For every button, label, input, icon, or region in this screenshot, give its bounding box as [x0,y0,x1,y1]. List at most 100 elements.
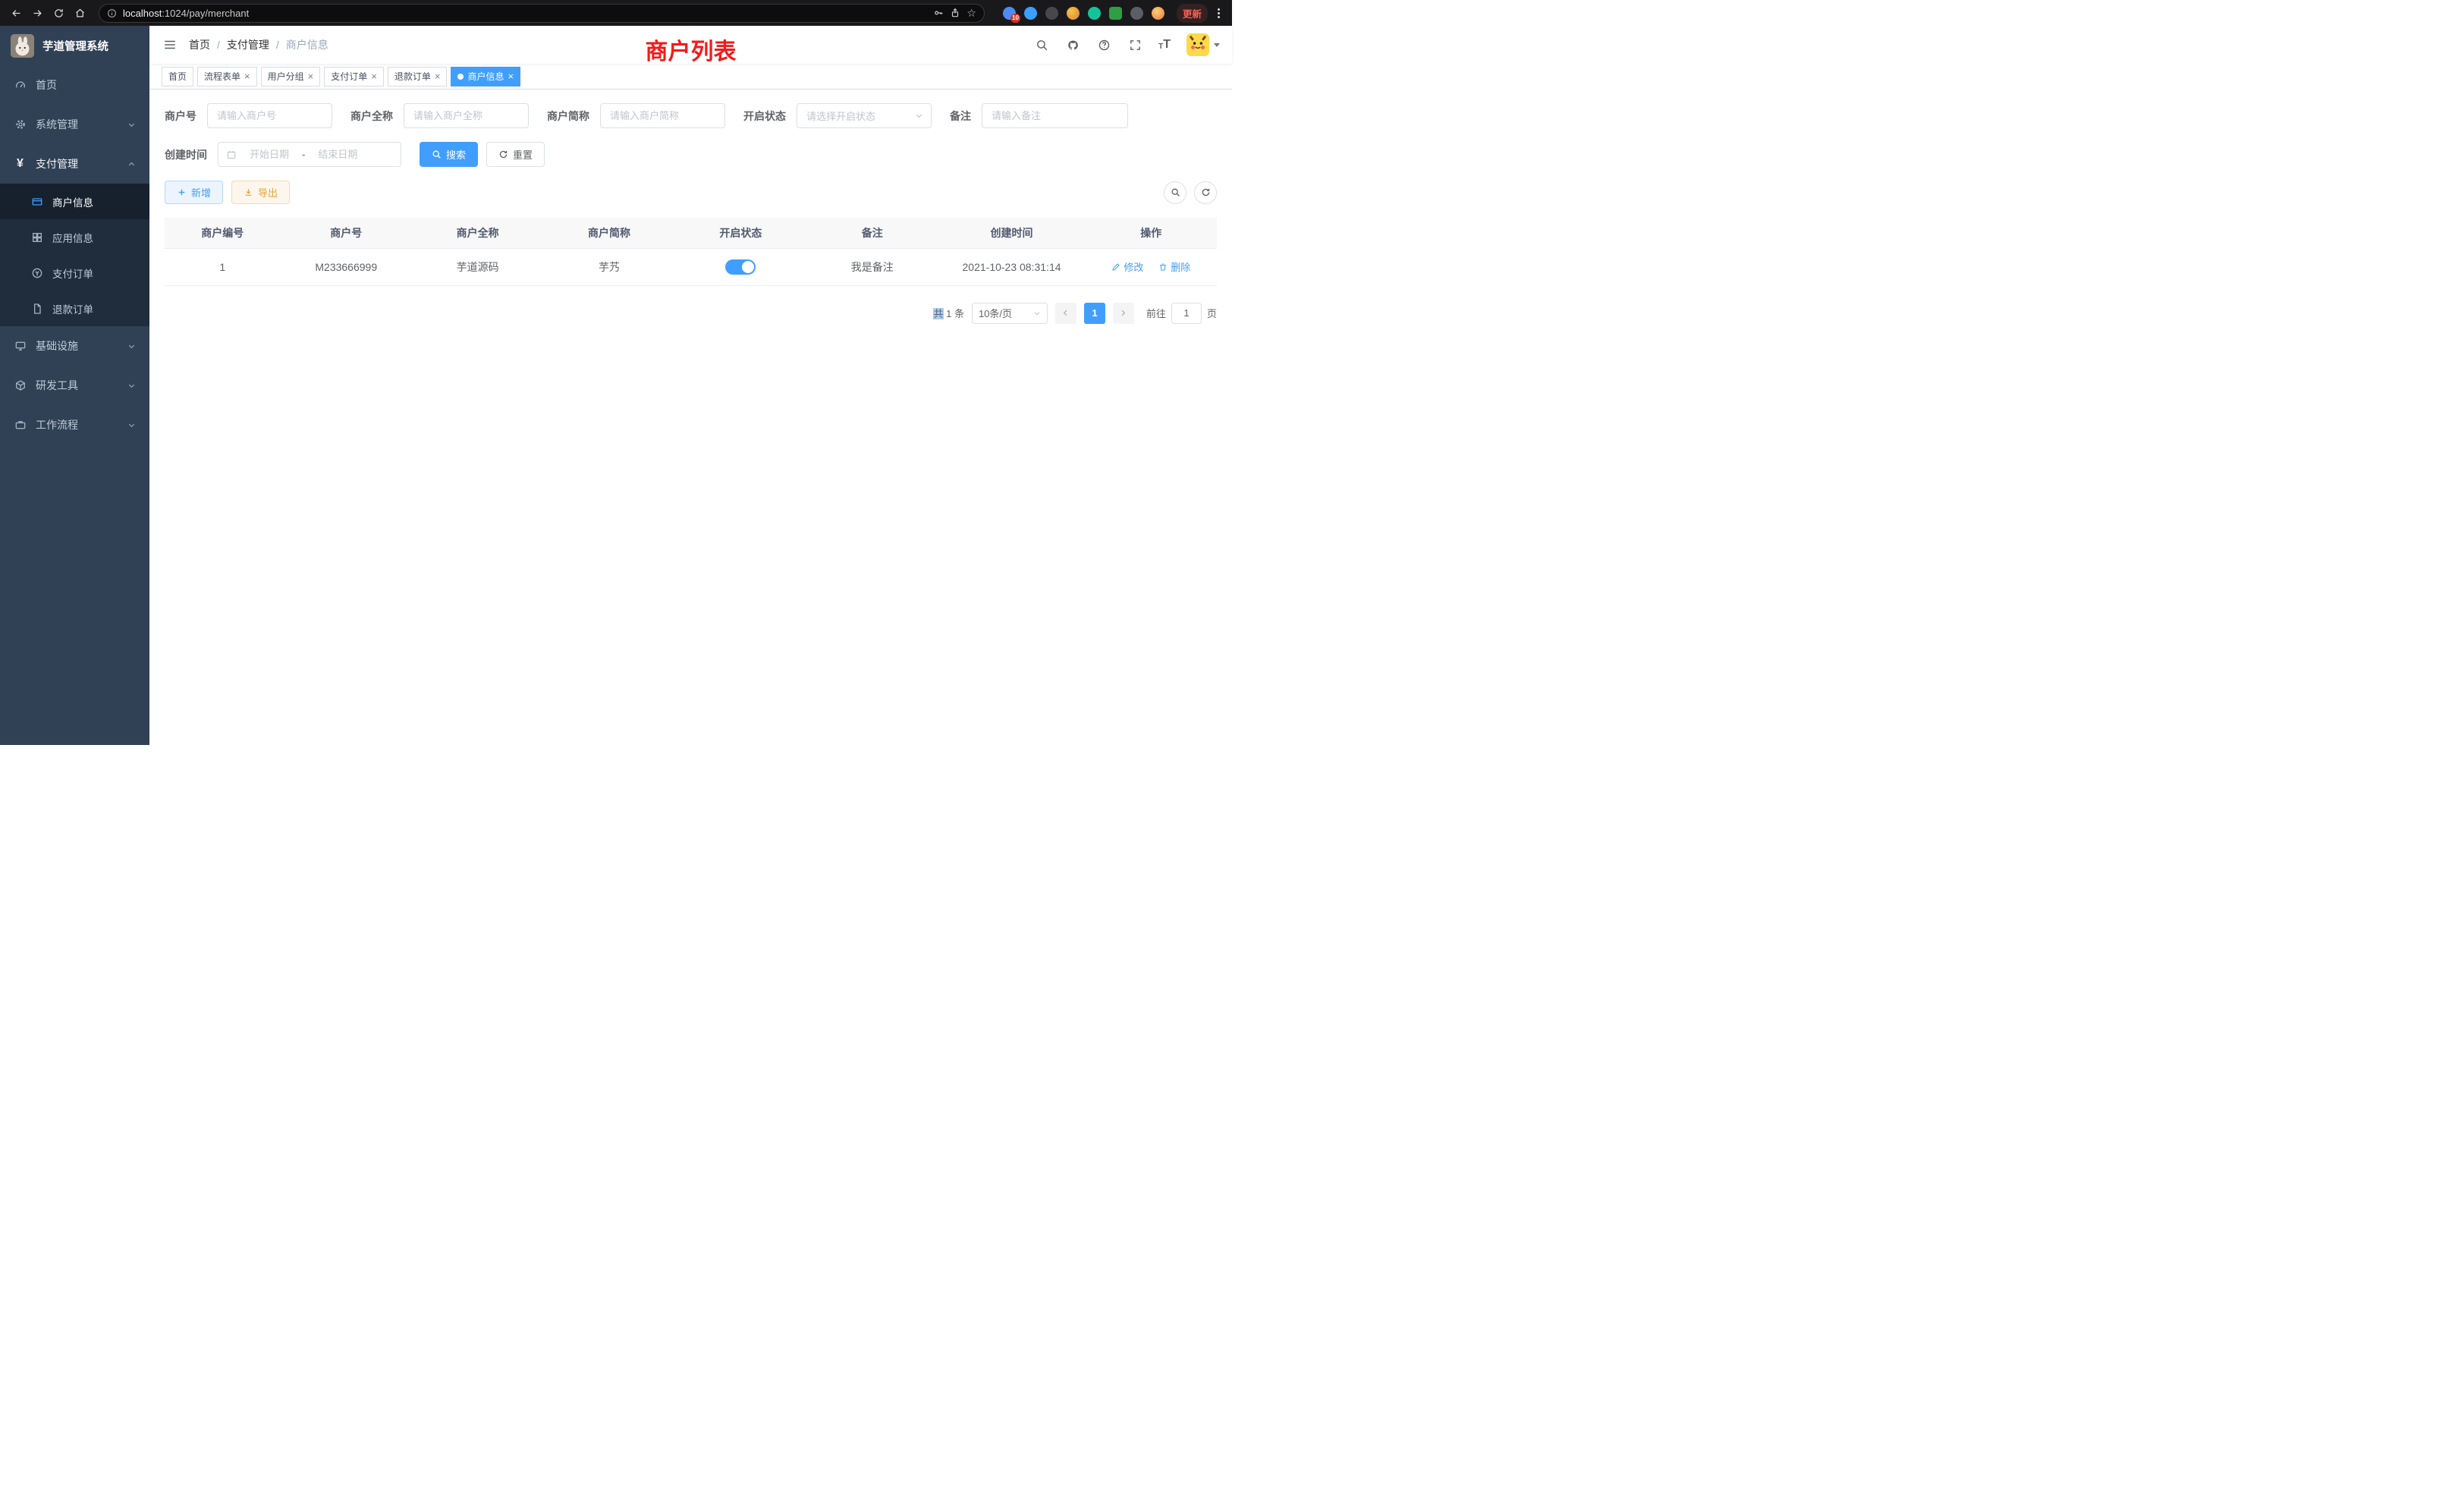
sidebar-item-infra[interactable]: 基础设施 [0,326,149,366]
caret-down-icon [1214,43,1220,47]
back-icon[interactable] [8,5,24,21]
sidebar-item-workflow[interactable]: 工作流程 [0,405,149,445]
sidebar-item-pay-order[interactable]: 支付订单 [0,255,149,291]
extension-dark-icon[interactable] [1045,7,1058,20]
sidebar-item-app-info[interactable]: 应用信息 [0,219,149,255]
tab-refund-order[interactable]: 退款订单× [388,67,448,86]
filter-label: 开启状态 [743,108,786,124]
page-annotation: 商户列表 [646,33,737,66]
sidebar-item-devtools[interactable]: 研发工具 [0,366,149,405]
filter-label: 商户号 [165,108,196,124]
tab-user-group[interactable]: 用户分组× [261,67,321,86]
page-number-1[interactable]: 1 [1084,303,1105,324]
close-icon[interactable]: × [371,71,377,81]
pay-order-icon [30,266,43,279]
extension-drop-icon[interactable] [1024,7,1037,20]
chevron-up-icon [127,160,136,168]
tab-merchant-info[interactable]: 商户信息× [451,67,520,86]
address-bar[interactable]: localhost:1024/pay/merchant ☆ [99,4,985,23]
top-navbar: 首页 / 支付管理 / 商户信息 商户列表 [149,26,1232,64]
sidebar-item-payment[interactable]: ¥ 支付管理 [0,144,149,184]
merchant-short-input[interactable] [600,103,725,128]
browser-window: localhost:1024/pay/merchant ☆ 10 更新 [0,0,1232,745]
show-search-button[interactable] [1164,181,1186,204]
share-icon[interactable] [950,8,960,18]
search-button[interactable]: 搜索 [420,142,478,167]
password-key-icon[interactable] [933,8,944,18]
sidebar-item-label: 研发工具 [36,378,78,393]
filter-create-time: 创建时间 - [165,142,401,167]
filter-merchant-name: 商户全称 [350,103,529,128]
close-icon[interactable]: × [508,71,514,81]
date-range-picker[interactable]: - [218,142,401,167]
close-icon[interactable]: × [435,71,441,81]
github-icon[interactable] [1065,37,1080,52]
sidebar-item-system[interactable]: 系统管理 [0,105,149,144]
fullscreen-icon[interactable] [1127,37,1142,52]
table-header-row: 商户编号 商户号 商户全称 商户简称 开启状态 备注 创建时间 操作 [165,218,1217,248]
extension-green-circle-icon[interactable] [1088,7,1101,20]
sidebar-item-refund-order[interactable]: 退款订单 [0,291,149,326]
refresh-table-button[interactable] [1194,181,1217,204]
navbar-actions: TT [1034,33,1220,56]
remark-input[interactable] [982,103,1128,128]
sidebar: 芋道管理系统 首页 系统管理 ¥ 支付管理 [0,26,149,745]
bookmark-star-icon[interactable]: ☆ [966,7,976,20]
prev-page-button[interactable] [1055,303,1076,324]
site-info-icon[interactable] [107,8,117,18]
forward-icon[interactable] [29,5,46,21]
status-select[interactable]: 请选择开启状态 [797,103,932,128]
chevron-right-icon [1119,309,1127,317]
sidebar-item-label: 商户信息 [52,194,93,209]
app-logo[interactable]: 芋道管理系统 [0,26,149,65]
extensions-pin-icon[interactable] [1130,7,1143,20]
breadcrumb-payment[interactable]: 支付管理 [227,37,269,52]
date-start-input[interactable] [241,149,297,160]
logo-image [11,34,34,58]
sidebar-item-home[interactable]: 首页 [0,65,149,105]
search-icon [432,149,442,159]
sidebar-toggle-icon[interactable] [162,36,178,53]
reload-icon[interactable] [50,5,67,21]
help-icon[interactable] [1096,37,1111,52]
reset-button[interactable]: 重置 [486,142,545,167]
add-button[interactable]: 新增 [165,181,223,204]
page-size-value: 10条/页 [979,306,1012,320]
close-icon[interactable]: × [244,71,250,81]
tab-process-form[interactable]: 流程表单× [197,67,257,86]
sidebar-item-merchant-info[interactable]: 商户信息 [0,184,149,219]
delete-link[interactable]: 删除 [1158,259,1190,274]
home-icon[interactable] [71,5,88,21]
tab-pay-order[interactable]: 支付订单× [324,67,384,86]
chevron-left-icon [1061,309,1070,317]
extension-avatar-icon[interactable] [1067,7,1080,20]
chevron-down-icon [127,421,136,429]
pencil-icon [1111,262,1120,272]
merchant-name-input[interactable] [404,103,529,128]
export-button[interactable]: 导出 [231,181,290,204]
user-menu[interactable] [1186,33,1220,56]
close-icon[interactable]: × [308,71,314,81]
extension-puzzle-icon[interactable]: 10 [1003,7,1016,20]
page-size-select[interactable]: 10条/页 [972,303,1048,324]
chevron-down-icon [127,121,136,129]
url-text: localhost:1024/pay/merchant [123,8,249,19]
merchant-no-input[interactable] [207,103,332,128]
extension-icons: 10 [1003,7,1164,20]
next-page-button[interactable] [1113,303,1134,324]
browser-update-button[interactable]: 更新 [1177,4,1208,23]
edit-link[interactable]: 修改 [1111,259,1143,274]
page-content: 商户号 商户全称 商户简称 开启状态 请选择开启状态 [149,90,1232,745]
profile-avatar-icon[interactable] [1152,7,1164,20]
extension-green-square-icon[interactable] [1109,7,1122,20]
tab-home[interactable]: 首页 [162,67,193,86]
browser-menu-icon[interactable] [1212,7,1224,20]
breadcrumb-home[interactable]: 首页 [189,37,210,52]
font-size-icon[interactable]: TT [1158,39,1171,51]
date-end-input[interactable] [310,149,366,160]
cell-merchant-id: 1 [165,248,281,285]
goto-page-input[interactable] [1171,303,1202,324]
filter-remark: 备注 [950,103,1128,128]
status-toggle[interactable] [725,259,756,275]
search-icon[interactable] [1034,37,1049,52]
